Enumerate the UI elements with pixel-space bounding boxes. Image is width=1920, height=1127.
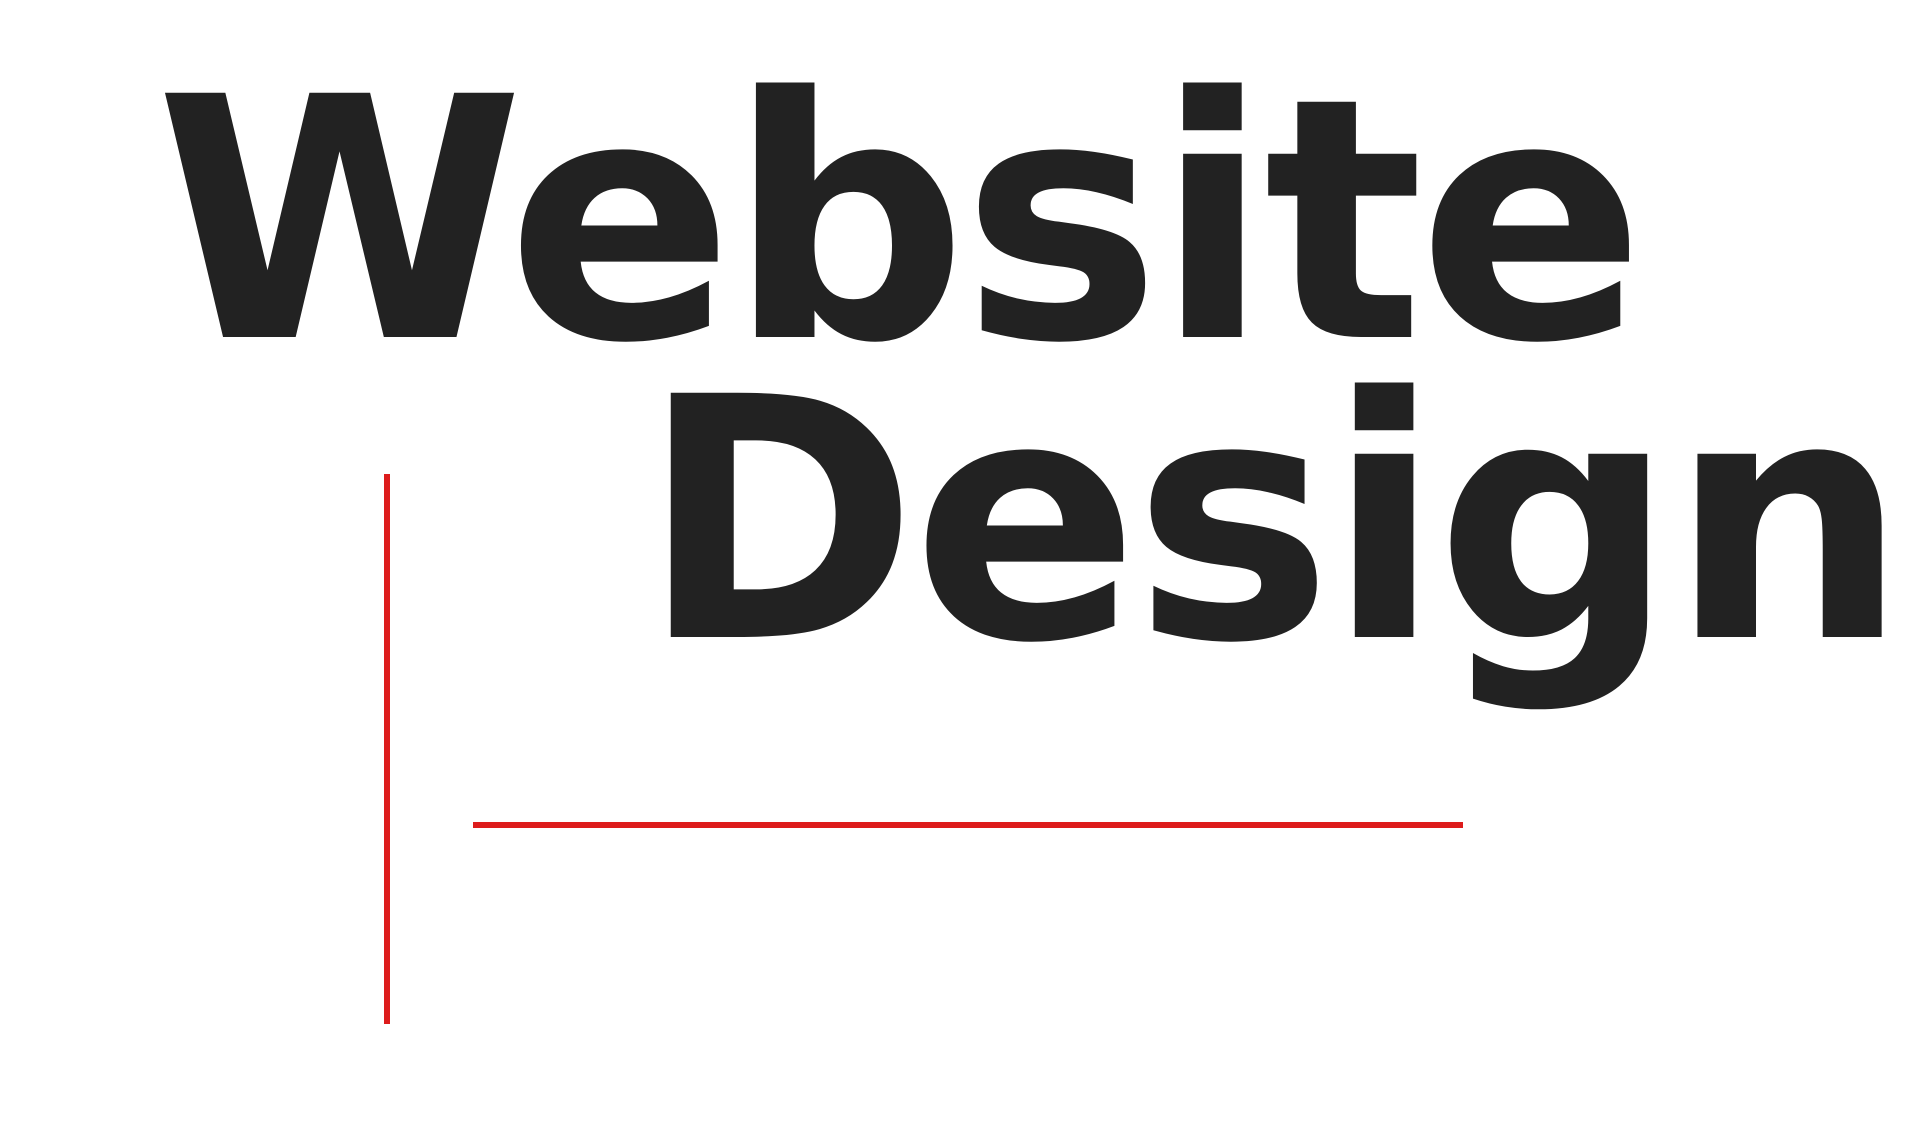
- horizontal-accent-rule: [473, 822, 1463, 828]
- vertical-accent-rule: [384, 474, 390, 1024]
- headline-line-design: Design: [640, 327, 1908, 717]
